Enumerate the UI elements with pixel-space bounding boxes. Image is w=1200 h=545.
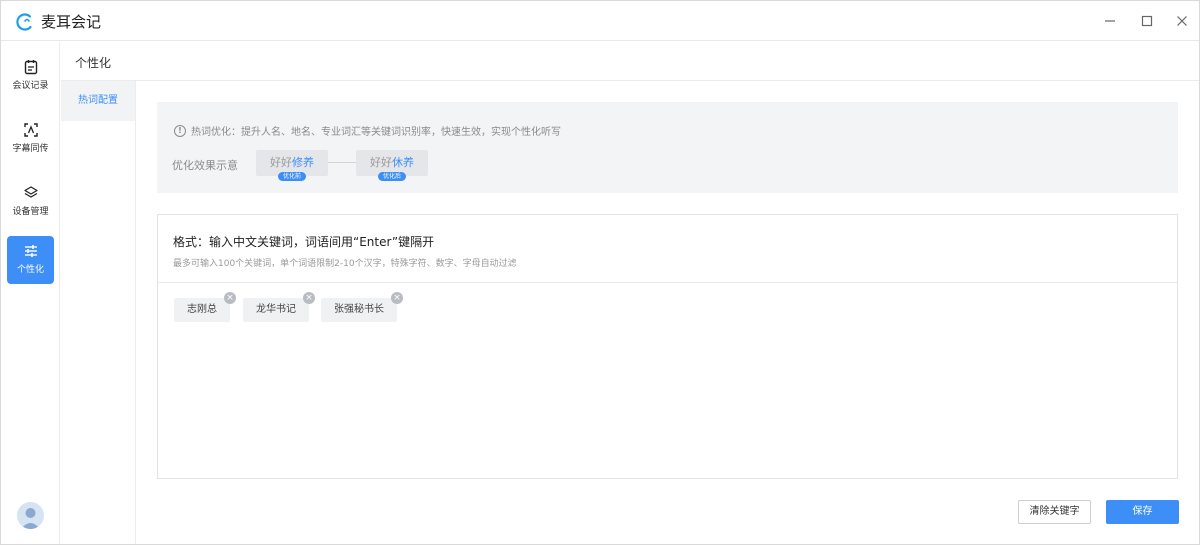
editor-title: 格式：输入中文关键词，词语间用“Enter”键隔开 [173,235,435,249]
subnav-item-hotword-config[interactable]: 热词配置 [61,81,135,121]
demo-label: 优化效果示意 [172,159,238,172]
save-button[interactable]: 保存 [1106,500,1179,524]
hint-line: ! 热词优化：提升人名、地名、专业词汇等关键词识别率，快速生效，实现个性化听写 [174,123,561,138]
demo-arrow [328,162,356,163]
info-icon: ! [174,124,186,137]
demo-before-highlight: 修养 [292,156,314,169]
keyword-tag-label: 志刚总 [187,304,217,315]
rail-item-label: 字幕同传 [12,144,49,154]
layers-icon [23,186,38,198]
app-logo-icon [16,13,32,31]
left-rail: 会议记录 字幕同传 设备管理 个性化 [1,42,60,544]
demo-before-prefix: 好好 [270,156,292,169]
demo-after-prefix: 好好 [370,156,392,169]
section-header: 个性化 [61,42,1199,81]
demo-after-highlight: 休养 [392,156,414,169]
rail-item-devices[interactable]: 设备管理 [7,178,54,226]
rail-item-meeting-records[interactable]: 会议记录 [7,52,54,100]
title-bar: 麦耳会记 [1,1,1199,41]
page-title: 个性化 [75,56,112,70]
keyword-tag-label: 龙华书记 [256,304,296,315]
clipboard-icon [24,60,37,75]
clear-keywords-button[interactable]: 清除关键字 [1018,500,1091,524]
rail-item-subtitles[interactable]: 字幕同传 [7,115,54,163]
demo-before-badge: 优化前 [278,172,307,181]
keyword-tag: 张强秘书长 × [321,292,403,322]
rail-item-label: 会议记录 [12,81,49,91]
demo-after-badge: 优化后 [378,172,407,181]
keyword-tag: 志刚总 × [174,292,236,322]
close-icon[interactable]: × [303,292,315,304]
maximize-icon[interactable] [1138,12,1156,30]
rail-item-personalization[interactable]: 个性化 [7,236,54,284]
rail-item-label: 设备管理 [12,207,49,217]
close-icon[interactable]: × [224,292,236,304]
avatar[interactable] [17,502,44,529]
hint-panel: ! 热词优化：提升人名、地名、专业词汇等关键词识别率，快速生效，实现个性化听写 … [157,102,1178,193]
editor-header: 格式：输入中文关键词，词语间用“Enter”键隔开 最多可输入100个关键词，单… [158,215,1177,283]
keyword-tag: 龙华书记 × [243,292,315,322]
hint-text: 热词优化：提升人名、地名、专业词汇等关键词识别率，快速生效，实现个性化听写 [191,127,561,138]
keyword-tag-label: 张强秘书长 [334,304,384,315]
sub-nav: 热词配置 [61,81,136,544]
user-avatar-icon [21,508,40,529]
app-title: 麦耳会记 [41,13,102,31]
app-window: 麦耳会记 会议记录 字幕同传 设备管理 个性化 个性化 热词配置 ! 热词优化：… [0,0,1200,545]
subtitle-icon [23,123,38,137]
rail-item-label: 个性化 [16,265,44,275]
editor-subtitle: 最多可输入100个关键词，单个词语限制2-10个汉字，特殊字符、数字、字母自动过… [173,259,517,269]
minimize-icon[interactable] [1101,12,1119,30]
sliders-icon [24,245,37,257]
keyword-editor: 格式：输入中文关键词，词语间用“Enter”键隔开 最多可输入100个关键词，单… [157,214,1178,479]
close-icon[interactable]: × [391,292,403,304]
close-icon[interactable] [1173,12,1191,30]
